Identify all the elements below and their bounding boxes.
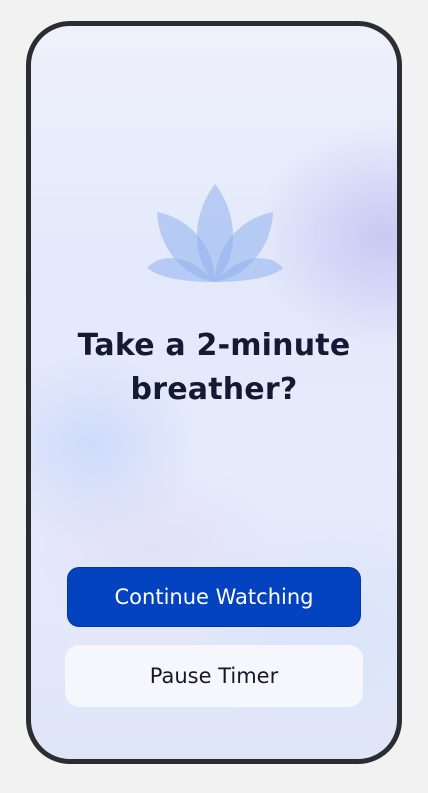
phone-frame: Take a 2-minute breather? Continue Watch…: [26, 21, 402, 764]
continue-watching-button[interactable]: Continue Watching: [67, 567, 361, 627]
prompt-title: Take a 2-minute breather?: [31, 324, 397, 412]
breather-prompt-screen: Take a 2-minute breather? Continue Watch…: [31, 26, 397, 759]
prompt-title-line-1: Take a 2-minute: [77, 328, 351, 363]
prompt-title-line-2: breather?: [130, 372, 298, 407]
pause-timer-button[interactable]: Pause Timer: [65, 645, 363, 707]
lotus-icon: [147, 184, 283, 282]
